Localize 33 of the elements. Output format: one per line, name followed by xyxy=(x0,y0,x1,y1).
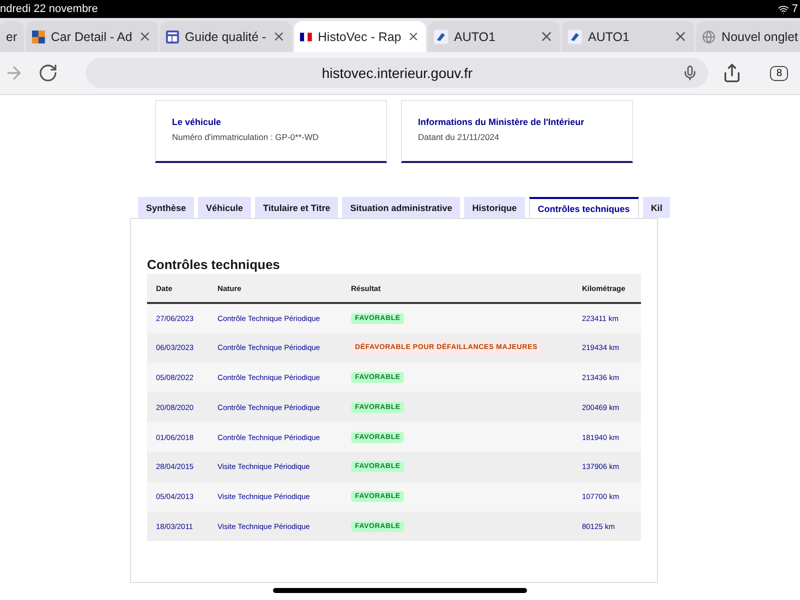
browser-tab[interactable]: AUTO1 xyxy=(562,21,694,52)
page-tab[interactable]: Contrôles techniques xyxy=(528,197,639,218)
browser-tab[interactable]: Guide qualité - xyxy=(160,21,292,52)
card-text: Datant du 21/11/2024 xyxy=(418,132,500,142)
close-icon[interactable] xyxy=(539,29,554,44)
page-tab[interactable]: Situation administrative xyxy=(342,197,460,218)
section-title: Contrôles techniques xyxy=(147,257,281,272)
wifi-icon xyxy=(778,4,789,14)
microphone-icon[interactable] xyxy=(682,65,698,81)
tab-count-button[interactable]: 8 xyxy=(770,66,788,80)
squares-icon xyxy=(32,30,45,44)
status-date: ndredi 22 novembre xyxy=(0,3,98,15)
page-tab[interactable]: Titulaire et Titre xyxy=(255,197,338,218)
browser-tab[interactable]: HistoVec - Rap xyxy=(294,21,426,52)
flag-icon xyxy=(300,32,312,42)
browser-tab[interactable]: AUTO1 xyxy=(428,21,560,52)
browser-tab[interactable]: er xyxy=(0,21,24,52)
card-text: Numéro d'immatriculation : GP-0**-WD xyxy=(172,132,320,142)
page-tab[interactable]: Véhicule xyxy=(198,197,252,218)
browser-tab[interactable]: Nouvel onglet xyxy=(696,21,800,52)
page-tab[interactable]: Synthèse xyxy=(138,197,194,218)
page-tab[interactable]: Kil xyxy=(642,197,670,218)
page-tab[interactable]: Historique xyxy=(464,197,525,218)
share-icon[interactable] xyxy=(722,63,742,83)
globe-icon xyxy=(702,30,716,44)
card-title: Le véhicule xyxy=(172,117,222,127)
layout-icon xyxy=(166,30,179,44)
browser-tab[interactable]: Car Detail - Ad xyxy=(26,21,158,52)
card-title: Informations du Ministère de l'Intérieur xyxy=(418,117,586,127)
close-icon[interactable] xyxy=(673,29,688,44)
battery-level: 7 xyxy=(792,3,798,15)
reload-icon[interactable] xyxy=(38,63,58,83)
address-bar[interactable]: histovec.interieur.gouv.fr xyxy=(86,58,708,88)
